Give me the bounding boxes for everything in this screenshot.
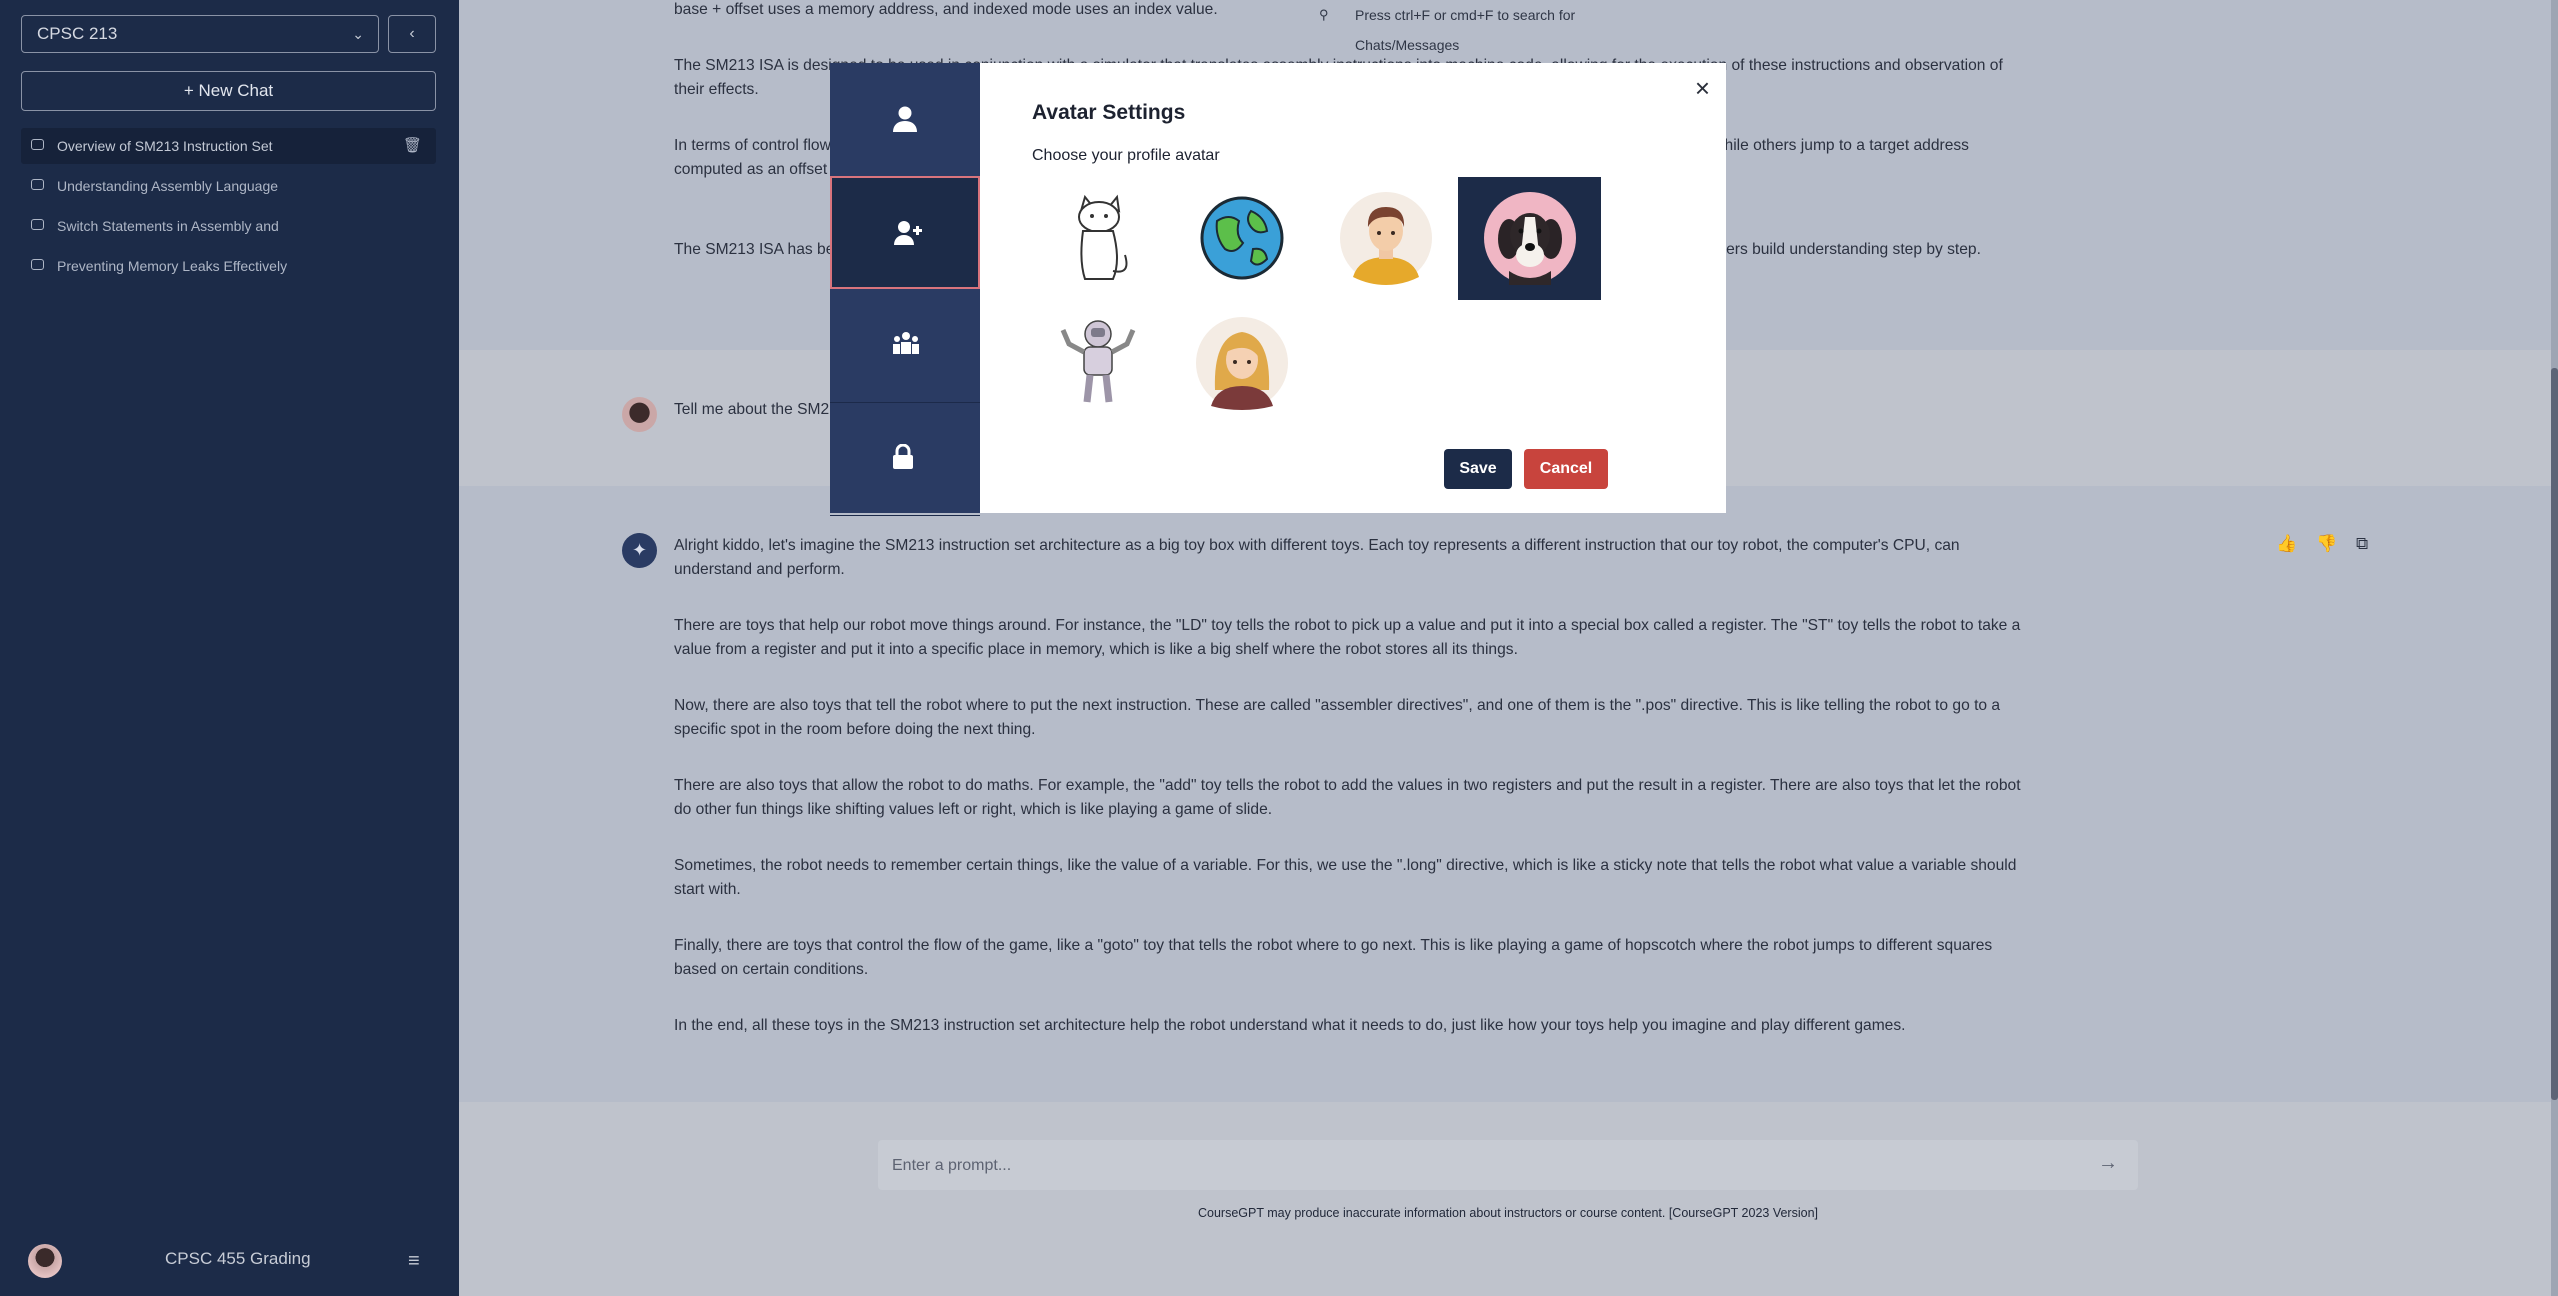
tab-avatar[interactable] [830, 176, 980, 289]
avatar-option-dog[interactable] [1458, 177, 1601, 300]
trash-icon[interactable]: 🗑 [403, 128, 422, 164]
avatar-option-cat[interactable] [1026, 177, 1169, 300]
user-name: CPSC 455 Grading [165, 1249, 311, 1268]
chat-item-label: Understanding Assembly Language [57, 178, 279, 194]
prompt-area [459, 1102, 2551, 1296]
avatar-option-astronaut[interactable] [1026, 302, 1169, 425]
hamburger-menu-icon[interactable]: ≡ [408, 1250, 420, 1273]
new-chat-button[interactable]: + New Chat [21, 71, 436, 111]
save-button[interactable]: Save [1444, 449, 1512, 489]
thumbs-down-icon[interactable]: 👎 [2316, 534, 2337, 554]
avatar-settings-modal: × Avatar Settings Choose your profile av… [980, 63, 1726, 513]
scrollbar-thumb[interactable] [2551, 368, 2558, 1100]
disclaimer: CourseGPT may produce inaccurate informa… [1198, 1206, 1818, 1220]
chevron-left-icon: ‹ [409, 25, 415, 42]
message-paragraph: base + offset uses a memory address, and… [674, 1, 1218, 18]
user-icon [893, 106, 917, 132]
chat-item[interactable]: Understanding Assembly Language [21, 168, 436, 204]
assistant-avatar: ✦ [622, 533, 657, 568]
sidebar: CPSC 213 ⌄ ‹ + New Chat Overview of SM21… [0, 0, 459, 1296]
earth-avatar [1200, 196, 1284, 280]
tab-security[interactable] [830, 402, 980, 516]
astronaut-avatar [1060, 320, 1136, 403]
copy-icon[interactable]: ⧉ [2356, 534, 2368, 554]
avatar[interactable] [28, 1244, 62, 1278]
course-select[interactable]: CPSC 213 ⌄ [21, 15, 379, 53]
modal-title: Avatar Settings [1032, 101, 1186, 124]
assistant-paragraph: In the end, all these toys in the SM213 … [674, 1017, 1906, 1034]
assistant-paragraph: Finally, there are toys that control the… [674, 937, 1993, 978]
prompt-box: → [878, 1140, 2138, 1192]
chat-item[interactable]: Overview of SM213 Instruction Set 🗑 [21, 128, 436, 164]
chat-item-label: Switch Statements in Assembly and [57, 218, 279, 234]
chat-item[interactable]: Preventing Memory Leaks Effectively [21, 248, 436, 284]
thumbs-up-icon[interactable]: 👍 [2276, 534, 2297, 554]
user-plus-icon [894, 221, 922, 245]
woman-avatar [1196, 317, 1288, 410]
avatar-option-man[interactable] [1314, 177, 1457, 300]
close-icon[interactable]: × [1695, 73, 1710, 104]
chat-item[interactable]: Switch Statements in Assembly and [21, 208, 436, 244]
chevron-down-icon: ⌄ [352, 26, 364, 42]
chat-bubble-icon [31, 219, 44, 230]
assistant-paragraph: Now, there are also toys that tell the r… [674, 697, 2001, 738]
assistant-paragraph: There are also toys that allow the robot… [674, 777, 2021, 818]
assistant-paragraph: There are toys that help our robot move … [674, 617, 2021, 658]
cancel-button[interactable]: Cancel [1524, 449, 1608, 489]
send-arrow-icon[interactable]: → [2098, 1152, 2118, 1175]
collapse-sidebar-button[interactable]: ‹ [388, 15, 436, 53]
tab-profile[interactable] [830, 63, 980, 177]
tab-groups[interactable] [830, 289, 980, 403]
chat-bubble-icon [31, 139, 44, 150]
dog-avatar [1484, 192, 1576, 285]
chat-item-label: Preventing Memory Leaks Effectively [57, 258, 288, 274]
cat-avatar [1078, 194, 1128, 280]
chat-bubble-icon [31, 179, 44, 190]
course-select-value: CPSC 213 [37, 24, 118, 43]
avatar-option-woman[interactable] [1170, 302, 1313, 425]
lock-icon [893, 444, 913, 469]
man-avatar [1340, 192, 1432, 285]
avatar-option-earth[interactable] [1170, 177, 1313, 300]
settings-tabs [830, 63, 980, 516]
modal-subtitle: Choose your profile avatar [1032, 147, 1220, 164]
user-avatar [622, 397, 657, 432]
chat-item-label: Overview of SM213 Instruction Set [57, 138, 273, 154]
assistant-paragraph: Alright kiddo, let's imagine the SM213 i… [674, 537, 1960, 578]
user-group-icon [893, 332, 919, 354]
chat-bubble-icon [31, 259, 44, 270]
prompt-input[interactable] [890, 1140, 2074, 1192]
assistant-paragraph: Sometimes, the robot needs to remember c… [674, 857, 2017, 898]
